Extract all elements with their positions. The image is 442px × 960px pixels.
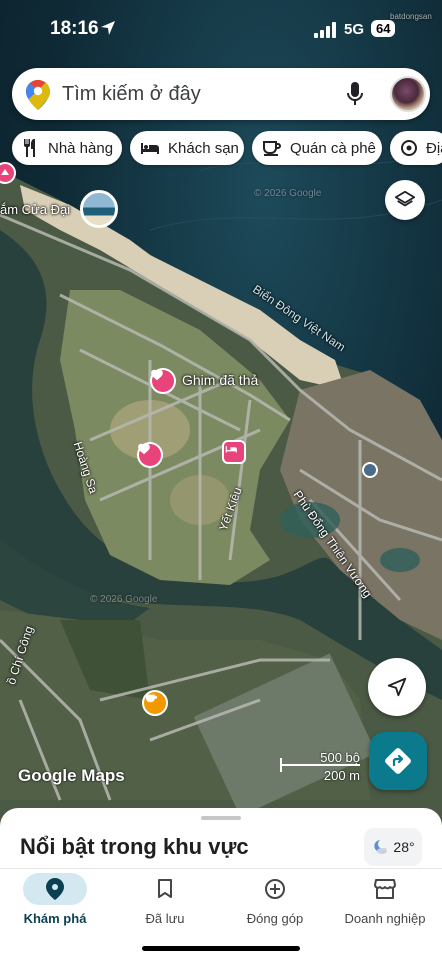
map-scale: 500 bộ 200 m <box>280 748 360 784</box>
bus-stop-icon[interactable] <box>362 462 378 478</box>
storefront-icon <box>374 879 396 899</box>
signal-icon <box>314 22 336 38</box>
google-maps-pin-icon <box>26 80 50 110</box>
cafe-pin-icon[interactable] <box>142 690 168 716</box>
map-watermark: © 2026 Google <box>254 188 322 199</box>
chip-hotels[interactable]: Khách sạn <box>130 131 244 165</box>
chip-label: Khách sạn <box>168 139 239 157</box>
status-bar: 18:16 5G 64 <box>0 0 442 60</box>
scale-tick <box>280 758 282 772</box>
beach-photo-marker[interactable] <box>80 190 118 228</box>
google-maps-logo: Google Maps <box>18 766 125 785</box>
dropped-pin-label[interactable]: Ghim đã thả <box>182 372 258 388</box>
saved-place-heart-icon[interactable] <box>150 368 176 394</box>
tab-icon-container <box>353 873 417 905</box>
microphone-icon[interactable] <box>346 80 364 108</box>
network-type: 5G <box>344 21 365 38</box>
map-watermark: © 2026 Google <box>90 594 158 605</box>
my-location-button[interactable] <box>368 658 426 716</box>
layers-button[interactable] <box>385 180 425 220</box>
sheet-drag-handle[interactable] <box>201 816 241 820</box>
search-input[interactable]: Tìm kiếm ở đây <box>62 83 201 106</box>
weather-chip[interactable]: 28° <box>364 828 422 866</box>
tab-business[interactable]: Doanh nghiệp <box>330 869 440 939</box>
tab-label: Khám phá <box>23 911 87 926</box>
chip-coffee[interactable]: Quán cà phê <box>252 131 382 165</box>
tab-saved[interactable]: Đã lưu <box>110 869 220 939</box>
tab-contribute[interactable]: Đóng góp <box>220 869 330 939</box>
tab-icon-container <box>133 873 197 905</box>
scale-line <box>280 764 360 766</box>
hotel-pin-icon[interactable] <box>222 440 246 464</box>
scale-imperial: 500 bộ <box>320 750 360 765</box>
chip-attractions[interactable]: Địa <box>390 131 442 165</box>
location-arrow-icon <box>101 21 115 35</box>
explore-pin-icon <box>46 878 64 900</box>
chip-label: Quán cà phê <box>290 139 376 157</box>
chip-label: Địa <box>426 139 442 157</box>
add-circle-icon <box>265 879 285 899</box>
account-avatar[interactable] <box>390 76 426 112</box>
battery-indicator: 64 <box>371 20 396 37</box>
status-time: 18:16 <box>50 18 99 39</box>
attraction-icon <box>401 140 417 156</box>
directions-button[interactable] <box>369 732 427 790</box>
hotel-icon <box>141 143 159 154</box>
beach-label[interactable]: ắm Cửa Đại <box>0 202 70 217</box>
search-bar[interactable]: Tìm kiếm ở đây <box>12 68 430 120</box>
navigation-arrow-icon <box>387 677 407 697</box>
tab-label: Doanh nghiệp <box>344 911 426 926</box>
restaurant-icon <box>24 139 35 157</box>
coffee-icon <box>263 141 281 156</box>
bookmark-icon <box>158 879 172 898</box>
tab-explore[interactable]: Khám phá <box>0 869 110 939</box>
tab-icon-container <box>243 873 307 905</box>
home-indicator <box>142 946 300 951</box>
directions-icon <box>385 748 411 774</box>
sheet-title: Nổi bật trong khu vực <box>20 834 249 859</box>
moon-cloud-icon <box>374 840 388 854</box>
tab-icon-container <box>23 873 87 905</box>
scale-metric: 200 m <box>323 768 360 783</box>
tab-label: Đóng góp <box>246 911 304 926</box>
chip-label: Nhà hàng <box>48 139 114 157</box>
layers-icon <box>394 190 416 207</box>
beach-place-icon[interactable] <box>0 162 16 184</box>
temperature: 28° <box>393 839 415 855</box>
chip-restaurants[interactable]: Nhà hàng <box>12 131 122 165</box>
tab-label: Đã lưu <box>145 911 185 926</box>
saved-place-heart-icon[interactable] <box>137 442 163 468</box>
